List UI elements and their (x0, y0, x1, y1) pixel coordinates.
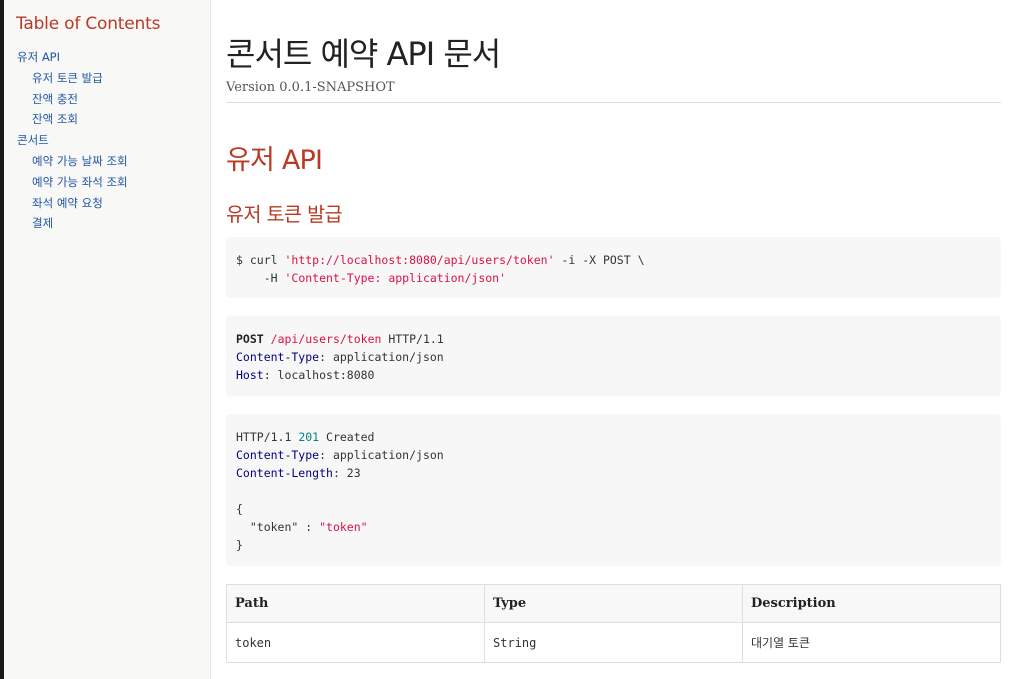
curl-url: 'http://localhost:8080/api/users/token' (284, 253, 555, 267)
response-fields-table: Path Type Description token String 대기열 토… (226, 584, 1001, 663)
http-response-block: HTTP/1.1 201 Created Content-Type: appli… (226, 414, 1001, 566)
request-protocol: HTTP/1.1 (381, 332, 444, 346)
response-status-code: 201 (298, 430, 320, 444)
cell-description: 대기열 토큰 (742, 622, 1001, 663)
toc-link-user-api[interactable]: 유저 API (17, 47, 128, 68)
response-header-value: : application/json (319, 448, 444, 462)
response-header-value: : 23 (332, 466, 361, 480)
toc-link-available-seats[interactable]: 예약 가능 좌석 조회 (17, 172, 128, 193)
curl-request-block: $ curl 'http://localhost:8080/api/users/… (226, 237, 1001, 298)
response-body-key: "token" : (236, 520, 320, 534)
toc-link-user-token[interactable]: 유저 토큰 발급 (17, 68, 128, 89)
response-protocol: HTTP/1.1 (236, 430, 299, 444)
curl-prefix: $ curl (236, 253, 285, 267)
cell-type: String (484, 622, 743, 663)
curl-header-flag: -H (236, 271, 285, 285)
toc-list: 유저 API 유저 토큰 발급 잔액 충전 잔액 조회 콘서트 예약 가능 날짜… (17, 47, 128, 234)
table-of-contents: Table of Contents 유저 API 유저 토큰 발급 잔액 충전 … (4, 0, 211, 679)
http-request-block: POST /api/users/token HTTP/1.1 Content-T… (226, 316, 1001, 396)
column-header-type: Type (484, 584, 743, 623)
toc-link-balance-charge[interactable]: 잔액 충전 (17, 89, 128, 110)
request-header-name: Host (236, 368, 264, 382)
column-header-description: Description (742, 584, 1001, 623)
response-status-text: Created (319, 430, 375, 444)
document-title: 콘서트 예약 API 문서 (226, 35, 501, 73)
toc-link-payment[interactable]: 결제 (17, 213, 128, 234)
cell-path: token (226, 622, 485, 663)
section-title: 유저 API (226, 145, 323, 176)
request-header-value: : localhost:8080 (263, 368, 375, 382)
curl-header-value: 'Content-Type: application/json' (284, 271, 507, 285)
response-header-name: Content-Type (236, 448, 320, 462)
response-header-name: Content-Length (236, 466, 333, 480)
document-version: Version 0.0.1-SNAPSHOT (226, 80, 395, 95)
table-row: token String 대기열 토큰 (226, 622, 1001, 663)
response-body-open: { (236, 502, 243, 516)
toc-link-concert[interactable]: 콘서트 (17, 130, 128, 151)
request-header-name: Content-Type (236, 350, 320, 364)
response-body-value: "token" (319, 520, 368, 534)
toc-link-available-dates[interactable]: 예약 가능 날짜 조회 (17, 151, 128, 172)
subsection-title: 유저 토큰 발급 (226, 203, 343, 226)
curl-options: -i -X POST \ (554, 253, 645, 267)
document-content: 콘서트 예약 API 문서 Version 0.0.1-SNAPSHOT 유저 … (226, 0, 1001, 679)
table-header-row: Path Type Description (226, 584, 1001, 623)
response-body-close: } (236, 538, 243, 552)
toc-title: Table of Contents (16, 14, 161, 34)
request-method: POST (236, 332, 264, 346)
toc-link-seat-reservation[interactable]: 좌석 예약 요청 (17, 193, 128, 214)
toc-link-balance-query[interactable]: 잔액 조회 (17, 109, 128, 130)
column-header-path: Path (226, 584, 485, 623)
request-path: /api/users/token (270, 332, 382, 346)
request-header-value: : application/json (319, 350, 444, 364)
header-divider (226, 102, 1001, 103)
